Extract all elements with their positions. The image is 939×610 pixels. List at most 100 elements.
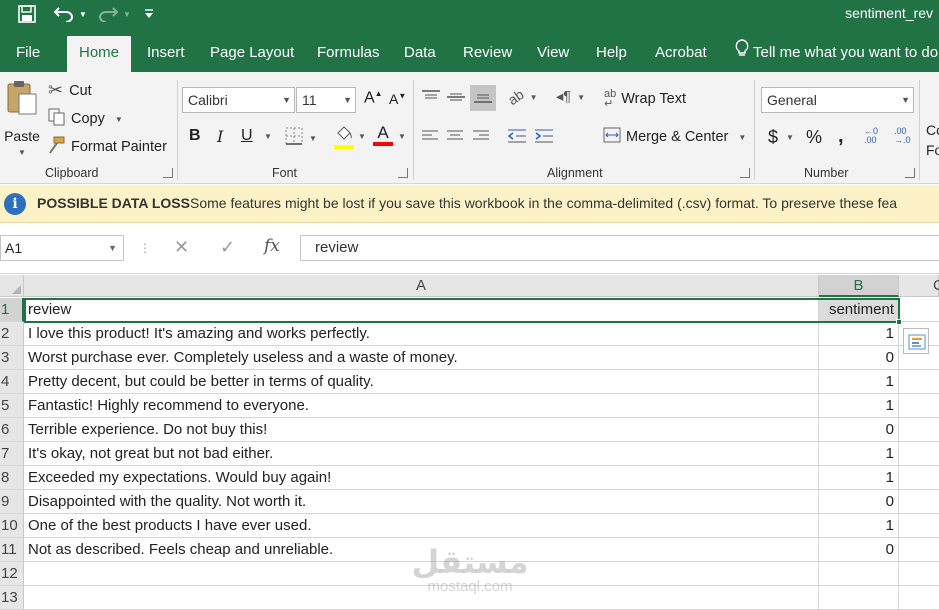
cell-a[interactable]: Exceeded my expectations. Would buy agai… bbox=[24, 466, 819, 490]
fill-handle[interactable] bbox=[896, 319, 902, 325]
cell-a[interactable]: It's okay, not great but not bad either. bbox=[24, 442, 819, 466]
column-header-a[interactable]: A bbox=[24, 275, 819, 297]
cell-a[interactable] bbox=[24, 586, 819, 610]
copy-button[interactable]: Copy ▼ bbox=[48, 108, 123, 130]
cell-a[interactable]: Fantastic! Highly recommend to everyone. bbox=[24, 394, 819, 418]
decrease-font-button[interactable]: A▼ bbox=[389, 91, 406, 107]
cell-b[interactable]: 0 bbox=[819, 490, 899, 514]
cell-a[interactable]: Terrible experience. Do not buy this! bbox=[24, 418, 819, 442]
number-dialog-launcher-icon[interactable] bbox=[905, 168, 915, 178]
cell-b[interactable]: 1 bbox=[819, 442, 899, 466]
row-header[interactable]: 1 bbox=[0, 298, 24, 322]
orientation-button[interactable]: ab ▼ bbox=[505, 86, 538, 108]
tab-help[interactable]: Help bbox=[596, 38, 627, 72]
tell-me-search[interactable]: Tell me what you want to do bbox=[735, 38, 938, 72]
align-left-button[interactable] bbox=[421, 129, 439, 147]
increase-decimal-button[interactable]: ←0.00 bbox=[864, 127, 878, 145]
cell-a[interactable]: One of the best products I have ever use… bbox=[24, 514, 819, 538]
row-header[interactable]: 9 bbox=[0, 490, 24, 514]
row-header[interactable]: 6 bbox=[0, 418, 24, 442]
italic-button[interactable]: I bbox=[217, 127, 223, 146]
row-header[interactable]: 3 bbox=[0, 346, 24, 370]
alignment-dialog-launcher-icon[interactable] bbox=[740, 168, 750, 178]
cell-b[interactable] bbox=[819, 586, 899, 610]
cell-a[interactable]: Worst purchase ever. Completely useless … bbox=[24, 346, 819, 370]
fill-color-dropdown-icon[interactable]: ▼ bbox=[358, 132, 366, 141]
bottom-align-button[interactable] bbox=[470, 85, 496, 111]
cell-c[interactable] bbox=[899, 394, 939, 418]
align-center-button[interactable] bbox=[446, 129, 464, 147]
conditional-formatting-button[interactable]: Co bbox=[926, 122, 939, 138]
name-box[interactable]: A1 ▼ bbox=[0, 235, 124, 261]
save-icon[interactable] bbox=[14, 3, 40, 25]
column-header-c[interactable]: C bbox=[899, 275, 939, 297]
cell-a[interactable]: Not as described. Feels cheap and unreli… bbox=[24, 538, 819, 562]
cell-b1[interactable]: sentiment bbox=[819, 298, 899, 322]
borders-button[interactable]: ▼ bbox=[285, 127, 317, 149]
format-painter-button[interactable]: Format Painter bbox=[48, 136, 167, 158]
row-header[interactable]: 8 bbox=[0, 466, 24, 490]
merge-center-button[interactable]: Merge & Center ▼ bbox=[603, 127, 746, 147]
cell-a[interactable]: I love this product! It's amazing and wo… bbox=[24, 322, 819, 346]
percent-button[interactable]: % bbox=[806, 127, 822, 148]
cell-a[interactable]: Pretty decent, but could be better in te… bbox=[24, 370, 819, 394]
cell-a1[interactable]: review bbox=[24, 298, 819, 322]
cell-c[interactable] bbox=[899, 538, 939, 562]
font-color-button[interactable]: A bbox=[373, 124, 393, 146]
column-header-b[interactable]: B bbox=[819, 275, 899, 297]
tab-file[interactable]: File bbox=[16, 38, 40, 72]
cell-a[interactable]: Disappointed with the quality. Not worth… bbox=[24, 490, 819, 514]
cell-b[interactable] bbox=[819, 562, 899, 586]
cell-b[interactable]: 1 bbox=[819, 466, 899, 490]
format-as-table-button[interactable]: Fo bbox=[926, 142, 939, 158]
cell-c[interactable] bbox=[899, 586, 939, 610]
row-header[interactable]: 5 bbox=[0, 394, 24, 418]
row-header[interactable]: 4 bbox=[0, 370, 24, 394]
tab-insert[interactable]: Insert bbox=[147, 38, 185, 72]
cell-b[interactable]: 1 bbox=[819, 514, 899, 538]
tab-review[interactable]: Review bbox=[463, 38, 512, 72]
clipboard-dialog-launcher-icon[interactable] bbox=[163, 168, 173, 178]
font-size-combo[interactable]: 11 ▼ bbox=[296, 87, 356, 113]
align-right-button[interactable] bbox=[472, 129, 490, 147]
tab-home[interactable]: Home bbox=[67, 36, 132, 72]
bold-button[interactable]: B bbox=[189, 127, 201, 145]
cell-b[interactable]: 0 bbox=[819, 538, 899, 562]
underline-dropdown-icon[interactable]: ▼ bbox=[264, 132, 272, 141]
top-align-button[interactable] bbox=[421, 89, 441, 109]
underline-button[interactable]: U bbox=[241, 127, 253, 145]
paragraph-direction-button[interactable]: ◂¶ ▼ bbox=[556, 89, 585, 105]
cell-c[interactable] bbox=[899, 466, 939, 490]
tab-formulas[interactable]: Formulas bbox=[317, 38, 380, 72]
font-name-combo[interactable]: Calibri ▼ bbox=[182, 87, 295, 113]
enter-formula-icon[interactable]: ✓ bbox=[220, 237, 235, 258]
tab-acrobat[interactable]: Acrobat bbox=[655, 38, 707, 72]
row-header[interactable]: 10 bbox=[0, 514, 24, 538]
row-header[interactable]: 7 bbox=[0, 442, 24, 466]
cell-c[interactable] bbox=[899, 370, 939, 394]
cell-c[interactable] bbox=[899, 514, 939, 538]
number-format-combo[interactable]: General ▼ bbox=[761, 87, 914, 113]
cell-b[interactable]: 0 bbox=[819, 418, 899, 442]
tab-data[interactable]: Data bbox=[404, 38, 436, 72]
redo-icon[interactable] bbox=[97, 3, 119, 25]
cell-c[interactable] bbox=[899, 562, 939, 586]
decrease-decimal-button[interactable]: .00 →.0 bbox=[894, 127, 911, 145]
customize-qat-icon[interactable] bbox=[142, 3, 156, 25]
cell-b[interactable]: 1 bbox=[819, 322, 899, 346]
insert-function-icon[interactable]: fx bbox=[264, 236, 280, 256]
cell-c[interactable] bbox=[899, 298, 939, 322]
cell-b[interactable]: 1 bbox=[819, 370, 899, 394]
quick-analysis-button[interactable] bbox=[903, 328, 929, 354]
select-all-button[interactable] bbox=[0, 275, 24, 297]
row-header[interactable]: 2 bbox=[0, 322, 24, 346]
cell-c[interactable] bbox=[899, 442, 939, 466]
font-color-dropdown-icon[interactable]: ▼ bbox=[398, 132, 406, 141]
cut-button[interactable]: ✂ Cut bbox=[48, 80, 92, 101]
font-dialog-launcher-icon[interactable] bbox=[398, 168, 408, 178]
decrease-indent-button[interactable] bbox=[507, 129, 527, 147]
cancel-formula-icon[interactable]: ✕ bbox=[174, 237, 189, 258]
cell-b[interactable]: 0 bbox=[819, 346, 899, 370]
row-header[interactable]: 13 bbox=[0, 586, 24, 610]
paste-button[interactable]: Paste ▼ bbox=[4, 80, 40, 157]
